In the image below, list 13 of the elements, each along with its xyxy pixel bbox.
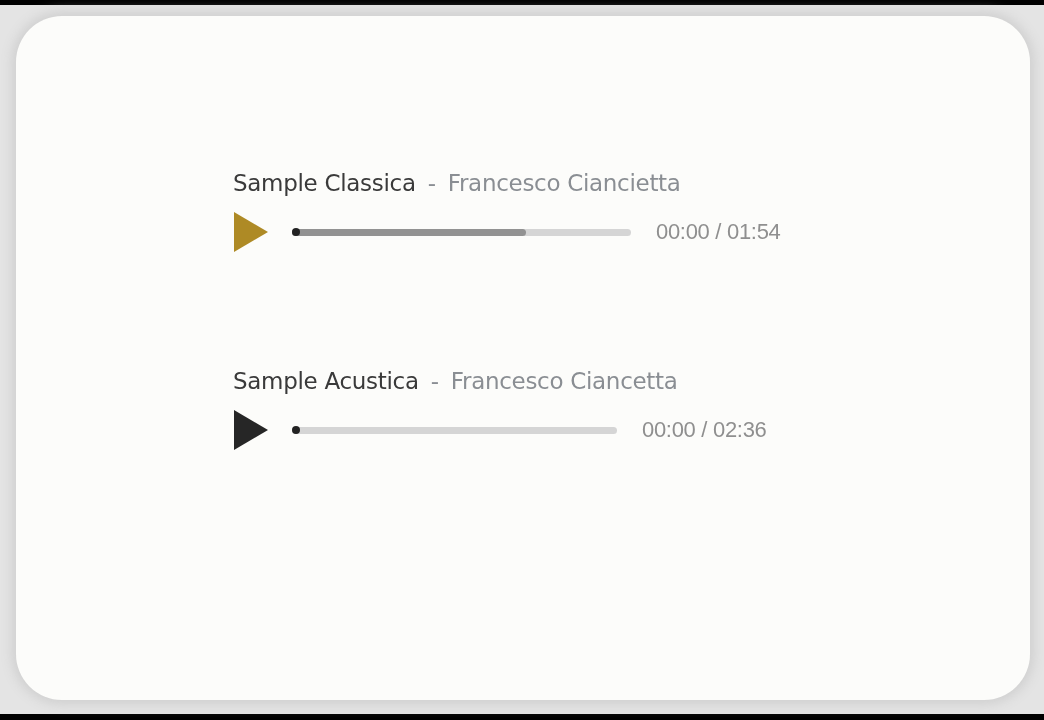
artist-name: Francesco Ciancietta <box>447 170 681 196</box>
progress-track[interactable] <box>292 228 631 236</box>
artist-name: Francesco Ciancetta <box>450 368 678 394</box>
time-display: 00:00 / 02:36 <box>642 417 767 443</box>
track-title: Sample Acustica <box>233 368 419 394</box>
playhead-handle[interactable] <box>292 425 300 434</box>
time-display: 00:00 / 01:54 <box>656 219 781 245</box>
track-title: Sample Classica <box>233 170 416 196</box>
separator: - <box>430 368 439 394</box>
progress-track[interactable] <box>292 426 617 434</box>
separator: - <box>427 170 436 196</box>
play-icon[interactable] <box>233 409 269 451</box>
playhead-handle[interactable] <box>292 227 300 236</box>
